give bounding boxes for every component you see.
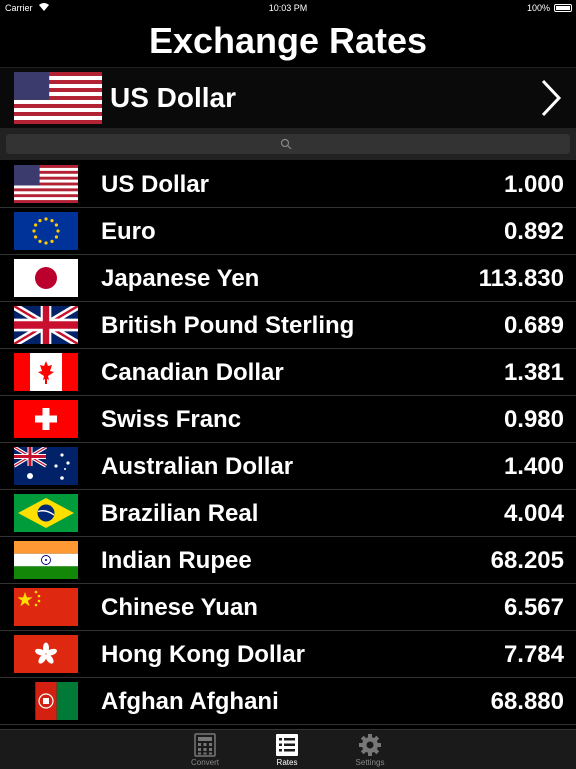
currency-rate: 0.689 — [503, 312, 564, 339]
us-flag-icon — [14, 165, 78, 203]
us-flag-icon — [14, 72, 102, 124]
currency-row[interactable]: Australian Dollar 1.400 — [0, 443, 576, 490]
hk-flag-icon — [14, 635, 78, 673]
tab-label: Settings — [355, 758, 385, 767]
currency-row[interactable]: Brazilian Real 4.004 — [0, 490, 576, 537]
tab-rates[interactable]: Rates — [257, 730, 317, 769]
currency-row[interactable]: Euro 0.892 — [0, 208, 576, 255]
tab-convert[interactable]: Convert — [175, 730, 235, 769]
currency-rate: 68.205 — [490, 547, 564, 574]
jp-flag-icon — [14, 259, 78, 297]
currency-name: Afghan Afghani — [101, 688, 279, 715]
tab-settings[interactable]: Settings — [340, 730, 400, 769]
currency-name: Hong Kong Dollar — [101, 641, 305, 668]
currency-name: Chinese Yuan — [101, 594, 258, 621]
currency-rate: 6.567 — [503, 594, 564, 621]
ca-flag-icon — [14, 353, 78, 391]
currency-row[interactable]: Canadian Dollar 1.381 — [0, 349, 576, 396]
currency-row[interactable]: Japanese Yen 113.830 — [0, 255, 576, 302]
currency-name: Australian Dollar — [101, 453, 294, 480]
currency-rate: 1.400 — [503, 453, 564, 480]
currency-rate: 0.892 — [503, 218, 564, 245]
af-flag-icon — [14, 682, 78, 720]
currency-name: Swiss Franc — [101, 406, 242, 433]
page-title: Exchange Rates — [148, 20, 428, 61]
currency-list: US Dollar 1.000 Euro 0.892 Japanese Yen … — [0, 161, 576, 725]
currency-row[interactable]: Indian Rupee 68.205 — [0, 537, 576, 584]
br-flag-icon — [14, 494, 78, 532]
currency-row[interactable]: Afghan Afghani 68.880 — [0, 678, 576, 725]
currency-rate: 68.880 — [490, 688, 564, 715]
currency-name: Japanese Yen — [101, 265, 260, 292]
currency-name: US Dollar — [101, 171, 210, 198]
status-bar: Carrier 10:03 PM 100% — [0, 0, 576, 16]
clock: 10:03 PM — [268, 3, 308, 13]
currency-name: British Pound Sterling — [101, 312, 355, 339]
currency-name: Canadian Dollar — [101, 359, 284, 386]
tab-label: Convert — [190, 758, 219, 767]
currency-name: Indian Rupee — [101, 547, 252, 574]
base-currency-selector[interactable]: US Dollar — [0, 67, 576, 129]
battery-icon — [554, 4, 572, 12]
currency-rate: 1.000 — [503, 171, 564, 198]
currency-name: Euro — [101, 218, 156, 245]
au-flag-icon — [14, 447, 78, 485]
eu-flag-icon — [14, 212, 78, 250]
ch-flag-icon — [14, 400, 78, 438]
list-icon — [276, 734, 298, 756]
currency-rate: 4.004 — [503, 500, 564, 527]
battery-percent: 100% — [526, 3, 550, 13]
currency-row[interactable]: Hong Kong Dollar 7.784 — [0, 631, 576, 678]
currency-rate: 7.784 — [503, 641, 564, 668]
gb-flag-icon — [14, 306, 78, 344]
base-currency-name: US Dollar — [110, 82, 237, 113]
currency-row[interactable]: US Dollar 1.000 — [0, 161, 576, 208]
calculator-icon — [194, 733, 216, 757]
currency-row[interactable]: Chinese Yuan 6.567 — [0, 584, 576, 631]
tab-label: Rates — [276, 758, 298, 767]
in-flag-icon — [14, 541, 78, 579]
currency-name: Brazilian Real — [101, 500, 259, 527]
currency-rate: 0.980 — [503, 406, 564, 433]
currency-row[interactable]: Swiss Franc 0.980 — [0, 396, 576, 443]
chevron-right-icon[interactable] — [540, 78, 562, 118]
tab-bar: Convert Rates Settings — [0, 729, 576, 769]
gear-icon — [359, 734, 381, 756]
currency-rate: 1.381 — [503, 359, 564, 386]
cn-flag-icon — [14, 588, 78, 626]
search-icon — [280, 138, 292, 150]
search-bar — [0, 128, 576, 160]
currency-row[interactable]: British Pound Sterling 0.689 — [0, 302, 576, 349]
currency-rate: 113.830 — [478, 265, 564, 292]
